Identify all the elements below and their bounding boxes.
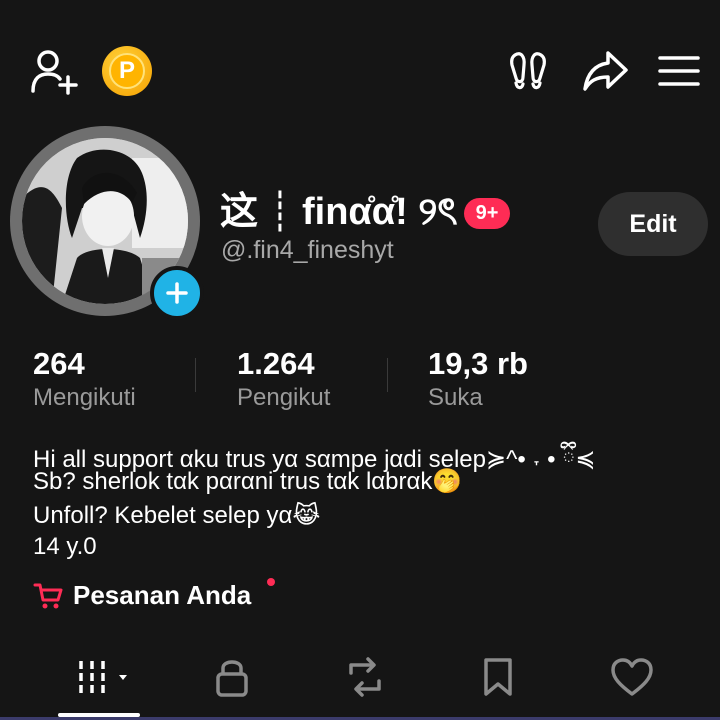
orders-label: Pesanan Anda: [73, 580, 252, 610]
tab-reposts[interactable]: [325, 652, 405, 702]
footprints-icon: [510, 52, 546, 90]
likes-label: Suka: [428, 384, 483, 411]
person-plus-icon: [31, 50, 78, 95]
likes-count: 19,3 rb: [428, 346, 528, 381]
orders-link[interactable]: Pesanan Anda: [33, 580, 251, 611]
notification-badge[interactable]: 9+: [463, 197, 511, 229]
following-count: 264: [33, 346, 85, 381]
share-button[interactable]: [580, 46, 632, 96]
following-label: Mengikuti: [33, 384, 136, 411]
stat-divider: [387, 358, 388, 392]
lock-icon: [216, 660, 248, 697]
tab-private[interactable]: [192, 652, 272, 702]
tab-videos[interactable]: [66, 652, 146, 702]
repost-icon: [349, 657, 381, 697]
bio-line-4: 14 y.0: [33, 533, 97, 560]
coins-button[interactable]: P: [102, 46, 152, 96]
tab-favorites[interactable]: [458, 652, 538, 702]
coin-icon: P: [109, 53, 145, 89]
shopping-cart-icon: [33, 583, 63, 608]
videos-grid-icon: [79, 661, 127, 693]
hamburger-menu-icon: [658, 56, 700, 86]
followers-label: Pengikut: [237, 384, 331, 411]
bookmark-icon: [484, 658, 512, 696]
add-friend-button[interactable]: [26, 46, 82, 96]
bio-line-2: Sb? sherlok tαk pαrαni trus tαk lαbrαk🤭: [33, 468, 463, 495]
followers-count: 1.264: [237, 346, 315, 381]
menu-button[interactable]: [654, 46, 704, 96]
tab-liked[interactable]: [592, 652, 672, 702]
profile-views-button[interactable]: [504, 46, 556, 96]
edit-profile-button[interactable]: Edit: [598, 192, 708, 256]
username: @.fin4_fineshyt: [221, 236, 394, 264]
orders-notification-dot: [267, 578, 275, 586]
heart-icon: [611, 658, 653, 696]
plus-icon: [166, 282, 188, 304]
share-arrow-icon: [583, 51, 628, 91]
stat-divider: [195, 358, 196, 392]
add-story-button[interactable]: [150, 266, 204, 320]
bio-line-3: Unfoll? Kebelet selep yα😹: [33, 502, 321, 529]
